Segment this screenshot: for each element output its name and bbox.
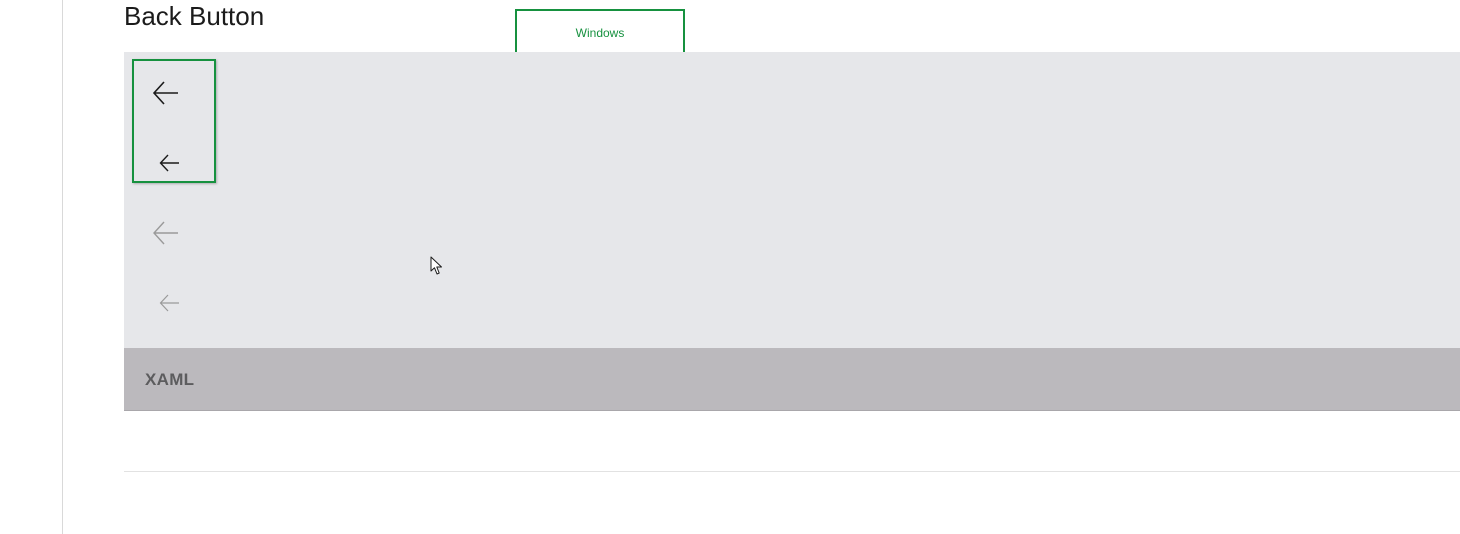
platform-tag-windows: Windows	[515, 9, 685, 57]
platform-tag-label: Windows	[575, 26, 625, 40]
arrow-left-icon	[153, 221, 178, 245]
xaml-label: XAML	[145, 370, 195, 389]
back-button-normal-disabled[interactable]	[140, 210, 192, 256]
section-title: Back Button	[124, 1, 265, 31]
back-button-normal[interactable]	[140, 70, 192, 116]
demo-panel	[124, 52, 1460, 348]
section-divider	[124, 471, 1460, 472]
arrow-left-icon	[152, 81, 178, 105]
arrow-left-icon	[159, 154, 179, 172]
back-button-small-disabled[interactable]	[150, 285, 190, 321]
back-button-small[interactable]	[150, 145, 190, 181]
arrow-left-icon	[159, 294, 179, 312]
mouse-cursor-icon	[430, 256, 442, 275]
left-rail-divider	[62, 0, 63, 534]
page: Back Button Windows XAML	[0, 0, 1460, 534]
xaml-code-expander[interactable]: XAML	[124, 348, 1460, 411]
